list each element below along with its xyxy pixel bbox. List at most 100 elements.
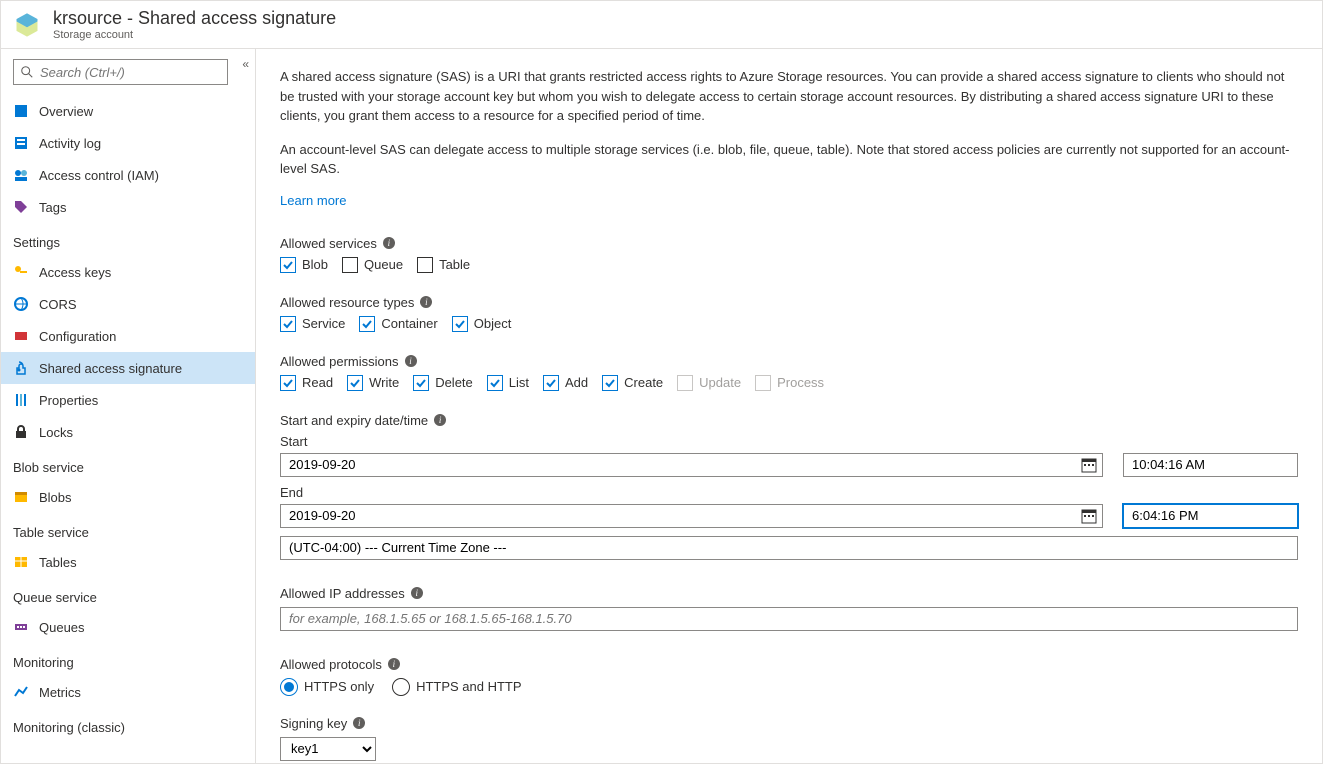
sidebar-item-label: Tags: [39, 200, 66, 215]
sidebar-item-label: Configuration: [39, 329, 116, 344]
calendar-icon[interactable]: [1081, 508, 1097, 524]
allowed-ip-input[interactable]: [280, 607, 1298, 631]
radio-icon: [392, 678, 410, 696]
checkbox-icon: [487, 375, 503, 391]
page-subtitle: Storage account: [53, 29, 336, 41]
sidebar-item-label: Activity log: [39, 136, 101, 151]
timezone-select[interactable]: [280, 536, 1298, 560]
tables-icon: [13, 554, 29, 570]
end-label: End: [280, 485, 1298, 500]
end-time-input[interactable]: [1123, 504, 1298, 528]
sidebar-item-properties[interactable]: Properties: [1, 384, 255, 416]
checkbox-icon: [602, 375, 618, 391]
checkbox-icon: [755, 375, 771, 391]
checkbox-label: Queue: [364, 257, 403, 272]
permission-list-checkbox[interactable]: List: [487, 375, 529, 391]
sidebar-item-overview[interactable]: Overview: [1, 95, 255, 127]
checkbox-label: Read: [302, 375, 333, 390]
info-icon[interactable]: i: [353, 717, 365, 729]
sidebar-item-label: Access control (IAM): [39, 168, 159, 183]
end-date-input[interactable]: [280, 504, 1103, 528]
sidebar-item-shared-access-signature[interactable]: Shared access signature: [1, 352, 255, 384]
radio-icon: [280, 678, 298, 696]
checkbox-icon: [280, 257, 296, 273]
info-icon[interactable]: i: [420, 296, 432, 308]
datetime-label: Start and expiry date/timei: [280, 413, 1298, 428]
start-date-input[interactable]: [280, 453, 1103, 477]
sidebar-item-label: Shared access signature: [39, 361, 182, 376]
intro-paragraph-2: An account-level SAS can delegate access…: [280, 140, 1298, 179]
sidebar-item-blobs[interactable]: Blobs: [1, 481, 255, 513]
checkbox-icon: [280, 375, 296, 391]
sidebar-item-label: Properties: [39, 393, 98, 408]
start-time-input[interactable]: [1123, 453, 1298, 477]
sidebar-item-queues[interactable]: Queues: [1, 611, 255, 643]
allowed-resource-types-label: Allowed resource typesi: [280, 295, 1298, 310]
permission-create-checkbox[interactable]: Create: [602, 375, 663, 391]
sidebar-item-activity-log[interactable]: Activity log: [1, 127, 255, 159]
sidebar-search[interactable]: [13, 59, 228, 85]
collapse-sidebar-icon[interactable]: «: [242, 57, 249, 71]
info-icon[interactable]: i: [383, 237, 395, 249]
sidebar-group-header: Monitoring: [1, 643, 255, 676]
resource-type-object-checkbox[interactable]: Object: [452, 316, 512, 332]
radio-label: HTTPS and HTTP: [416, 679, 521, 694]
sidebar-item-cors[interactable]: CORS: [1, 288, 255, 320]
keys-icon: [13, 264, 29, 280]
cors-icon: [13, 296, 29, 312]
service-table-checkbox[interactable]: Table: [417, 257, 470, 273]
info-icon[interactable]: i: [434, 414, 446, 426]
resource-type-service-checkbox[interactable]: Service: [280, 316, 345, 332]
checkbox-icon: [543, 375, 559, 391]
permission-delete-checkbox[interactable]: Delete: [413, 375, 473, 391]
sidebar-group-header: Queue service: [1, 578, 255, 611]
sidebar-item-label: Blobs: [39, 490, 72, 505]
page-header: krsource - Shared access signature Stora…: [1, 1, 1322, 49]
sidebar-group-header: Monitoring (classic): [1, 708, 255, 741]
sidebar-item-tables[interactable]: Tables: [1, 546, 255, 578]
activity-icon: [13, 135, 29, 151]
checkbox-icon: [342, 257, 358, 273]
permission-read-checkbox[interactable]: Read: [280, 375, 333, 391]
props-icon: [13, 392, 29, 408]
info-icon[interactable]: i: [411, 587, 423, 599]
checkbox-label: Update: [699, 375, 741, 390]
sidebar-item-locks[interactable]: Locks: [1, 416, 255, 448]
intro-paragraph-1: A shared access signature (SAS) is a URI…: [280, 67, 1298, 126]
checkbox-label: Service: [302, 316, 345, 331]
signing-key-select[interactable]: key1: [280, 737, 376, 761]
checkbox-icon: [677, 375, 693, 391]
sidebar-item-access-control-iam-[interactable]: Access control (IAM): [1, 159, 255, 191]
sidebar-group-header: Table service: [1, 513, 255, 546]
allowed-protocols-label: Allowed protocolsi: [280, 657, 1298, 672]
checkbox-label: List: [509, 375, 529, 390]
sidebar-item-label: Metrics: [39, 685, 81, 700]
service-blob-checkbox[interactable]: Blob: [280, 257, 328, 273]
info-icon[interactable]: i: [405, 355, 417, 367]
protocol-https-and-http-radio[interactable]: HTTPS and HTTP: [392, 678, 521, 696]
resource-type-container-checkbox[interactable]: Container: [359, 316, 437, 332]
checkbox-label: Blob: [302, 257, 328, 272]
permission-add-checkbox[interactable]: Add: [543, 375, 588, 391]
sidebar-item-metrics[interactable]: Metrics: [1, 676, 255, 708]
sidebar-search-input[interactable]: [40, 65, 221, 80]
sas-icon: [13, 360, 29, 376]
sidebar-item-access-keys[interactable]: Access keys: [1, 256, 255, 288]
service-queue-checkbox[interactable]: Queue: [342, 257, 403, 273]
allowed-services-label: Allowed servicesi: [280, 236, 1298, 251]
permission-update-checkbox: Update: [677, 375, 741, 391]
sidebar-item-tags[interactable]: Tags: [1, 191, 255, 223]
checkbox-label: Write: [369, 375, 399, 390]
iam-icon: [13, 167, 29, 183]
learn-more-link[interactable]: Learn more: [280, 193, 346, 208]
permission-write-checkbox[interactable]: Write: [347, 375, 399, 391]
blobs-icon: [13, 489, 29, 505]
storage-icon: [13, 11, 41, 39]
protocol-https-only-radio[interactable]: HTTPS only: [280, 678, 374, 696]
checkbox-label: Add: [565, 375, 588, 390]
queues-icon: [13, 619, 29, 635]
calendar-icon[interactable]: [1081, 457, 1097, 473]
page-title: krsource - Shared access signature: [53, 8, 336, 29]
sidebar-item-configuration[interactable]: Configuration: [1, 320, 255, 352]
info-icon[interactable]: i: [388, 658, 400, 670]
